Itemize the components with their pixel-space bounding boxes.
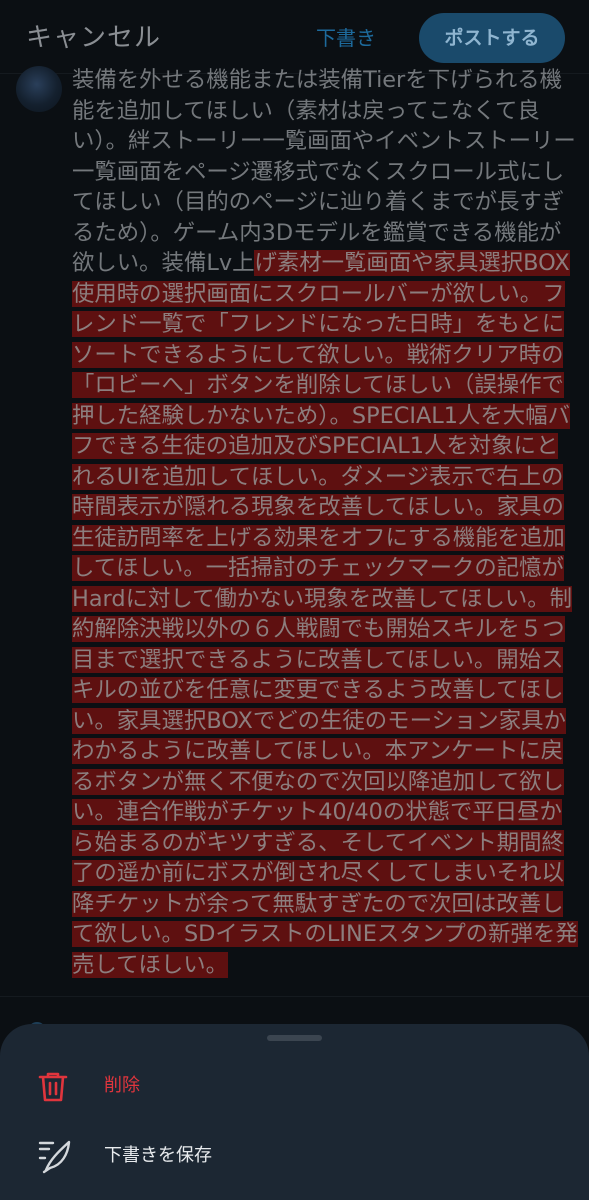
action-sheet: 削除 下書きを保存 [0,1024,589,1200]
cancel-button[interactable]: キャンセル [26,20,161,56]
top-bar: キャンセル 下書き ポストする [0,0,589,74]
compose-text-area[interactable]: 装備を外せる機能または装備Tierを下げられる機能を追加してほしい（素材は戻って… [72,65,580,980]
delete-label: 削除 [104,1075,140,1096]
sheet-drag-handle[interactable] [267,1035,322,1041]
feather-icon [38,1140,71,1174]
drafts-button[interactable]: 下書き [316,22,376,54]
post-button[interactable]: ポストする [419,13,565,63]
compose-divider [0,996,589,997]
compose-text-selected: げ素材一覧画面や家具選択BOX使用時の選択画面にスクロールバーが欲しい。フレンド… [72,250,578,978]
avatar[interactable] [16,66,62,112]
delete-option[interactable]: 削除 [0,1062,589,1112]
compose-text-unselected: 装備を外せる機能または装備Tierを下げられる機能を追加してほしい（素材は戻って… [72,67,576,276]
save-draft-option[interactable]: 下書きを保存 [0,1132,589,1182]
trash-icon [38,1072,68,1102]
compose-screen: キャンセル 下書き ポストする 装備を外せる機能または装備Tierを下げられる機… [0,0,589,1200]
save-draft-label: 下書きを保存 [104,1145,212,1166]
